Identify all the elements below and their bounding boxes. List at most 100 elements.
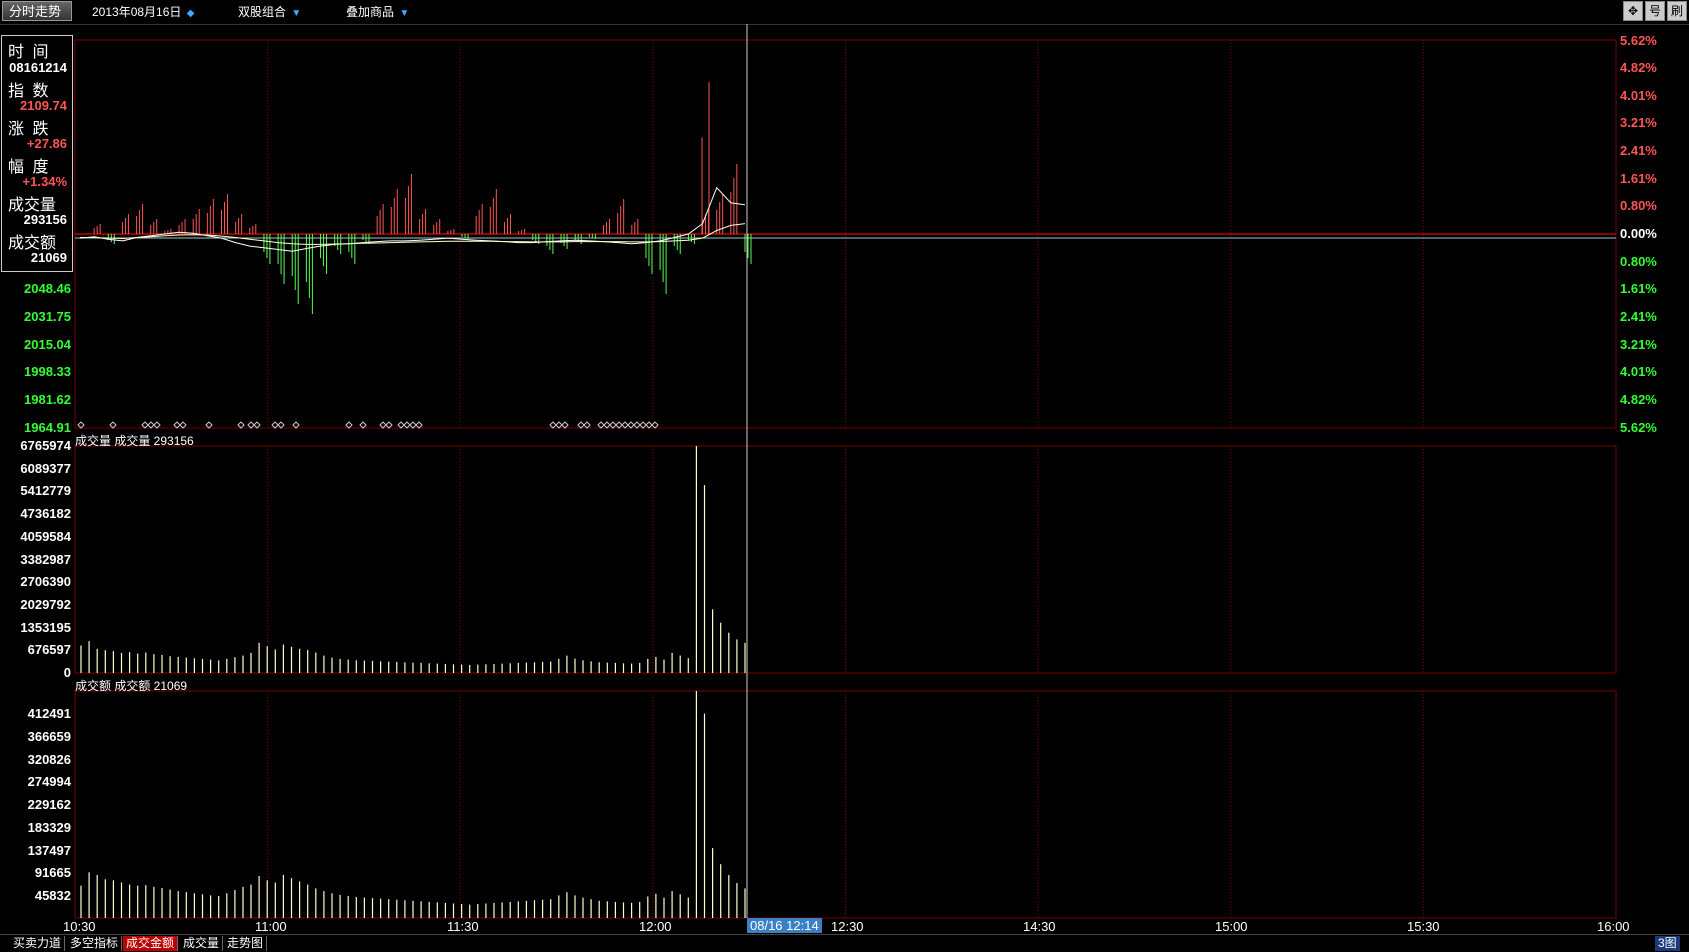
signal-markers	[77, 421, 659, 429]
amount-tick: 45832	[34, 888, 71, 903]
amount-bars	[80, 691, 746, 918]
time-tick: 16:00	[1597, 919, 1630, 934]
amount-tick: 274994	[27, 774, 71, 789]
signal-diamond	[359, 421, 367, 429]
time-tick: 11:30	[447, 919, 479, 934]
pct-tick: 3.21%	[1620, 115, 1657, 130]
time-tick: 11:00	[255, 919, 287, 934]
change-value: +27.86	[26, 136, 67, 151]
pct-value: +1.34%	[22, 174, 67, 189]
volume-tick: 3382987	[20, 552, 71, 567]
signal-diamond	[633, 421, 641, 429]
price-bars	[93, 82, 752, 314]
time-tick: 15:00	[1215, 919, 1248, 934]
time-tick: 14:30	[1023, 919, 1056, 934]
amount-tick: 229162	[27, 797, 71, 812]
pct-tick: 1.61%	[1620, 281, 1657, 296]
amount-tick: 91665	[34, 865, 71, 880]
pct-tick: 0.00%	[1620, 226, 1657, 241]
index-value: 2109.74	[20, 98, 67, 113]
signal-diamond	[603, 421, 611, 429]
price-tick: 1964.91	[24, 420, 71, 435]
volume-tick: 2029792	[20, 597, 71, 612]
signal-diamond	[415, 421, 423, 429]
amount-tick: 366659	[27, 729, 71, 744]
cursor-time-badge: 08/16 12:14	[747, 918, 822, 933]
signal-diamond	[609, 421, 617, 429]
volume-tick: 676597	[27, 642, 71, 657]
time-tick: 15:30	[1407, 919, 1440, 934]
signal-diamond	[385, 421, 393, 429]
amount-tick: 320826	[27, 752, 71, 767]
pct-tick: 4.82%	[1620, 392, 1657, 407]
volume-panel-title: 成交量 成交量 293156	[75, 434, 194, 448]
signal-diamond	[237, 421, 245, 429]
signal-diamond	[179, 421, 187, 429]
signal-diamond	[577, 421, 585, 429]
bottom-tab-bar: 买卖力道 多空指标 成交金额 成交量 走势图 3图	[0, 934, 1689, 952]
time-label: 时 间	[8, 44, 51, 61]
volume-tick: 0	[63, 665, 71, 680]
signal-diamond	[173, 421, 181, 429]
tab-turnover-amount[interactable]: 成交金额	[123, 936, 179, 951]
signal-diamond	[277, 421, 285, 429]
amount-tick: 183329	[27, 820, 71, 835]
tab-volume[interactable]: 成交量	[180, 936, 224, 951]
pct-tick: 3.21%	[1620, 337, 1657, 352]
price-tick: 1998.33	[24, 364, 71, 379]
signal-diamond	[621, 421, 629, 429]
price-tick: 1981.62	[24, 392, 71, 407]
signal-diamond	[397, 421, 405, 429]
time-value: 08161214	[9, 60, 67, 75]
pct-tick: 4.82%	[1620, 60, 1657, 75]
volume-tick: 2706390	[20, 574, 71, 589]
signal-diamond	[153, 421, 161, 429]
amount-tick: 412491	[27, 706, 71, 721]
volume-tick: 6089377	[20, 461, 71, 476]
pct-tick: 0.80%	[1620, 198, 1657, 213]
signal-diamond	[205, 421, 213, 429]
signal-diamond	[77, 421, 85, 429]
info-box: 时 间 08161214 指 数 2109.74 涨 跌 +27.86 幅 度 …	[1, 35, 73, 272]
volume-value: 293156	[23, 212, 67, 227]
price-tick: 2015.04	[24, 337, 71, 352]
signal-diamond	[345, 421, 353, 429]
signal-diamond	[403, 421, 411, 429]
volume-bars	[80, 446, 746, 673]
chart-grid	[74, 24, 1617, 919]
signal-diamond	[141, 421, 149, 429]
tab-trend-chart[interactable]: 走势图	[224, 936, 268, 951]
volume-tick: 4736182	[20, 506, 71, 521]
amount-value: 21069	[30, 250, 67, 265]
pct-tick: 5.62%	[1620, 420, 1657, 435]
pct-tick: 4.01%	[1620, 88, 1657, 103]
layout-3-button[interactable]: 3图	[1655, 936, 1680, 951]
pct-tick: 4.01%	[1620, 364, 1657, 379]
tab-buy-sell-force[interactable]: 买卖力道	[10, 936, 66, 951]
signal-diamond	[639, 421, 647, 429]
volume-tick: 4059584	[20, 529, 71, 544]
pct-tick: 0.80%	[1620, 254, 1657, 269]
signal-diamond	[597, 421, 605, 429]
signal-diamond	[645, 421, 653, 429]
volume-tick: 5412779	[20, 483, 71, 498]
signal-diamond	[271, 421, 279, 429]
time-tick: 10:30	[63, 919, 96, 934]
signal-diamond	[583, 421, 591, 429]
pct-tick: 2.41%	[1620, 309, 1657, 324]
signal-diamond	[561, 421, 569, 429]
signal-diamond	[292, 421, 300, 429]
price-lines	[79, 186, 746, 252]
pct-tick: 1.61%	[1620, 171, 1657, 186]
signal-diamond	[555, 421, 563, 429]
signal-diamond	[549, 421, 557, 429]
signal-diamond	[253, 421, 261, 429]
tab-long-short[interactable]: 多空指标	[67, 936, 123, 951]
time-tick: 12:00	[639, 919, 672, 934]
signal-diamond	[615, 421, 623, 429]
signal-diamond	[379, 421, 387, 429]
price-tick: 2048.46	[24, 281, 71, 296]
intraday-chart[interactable]	[0, 0, 1689, 951]
volume-tick: 6765974	[20, 438, 71, 453]
amount-tick: 137497	[27, 843, 71, 858]
